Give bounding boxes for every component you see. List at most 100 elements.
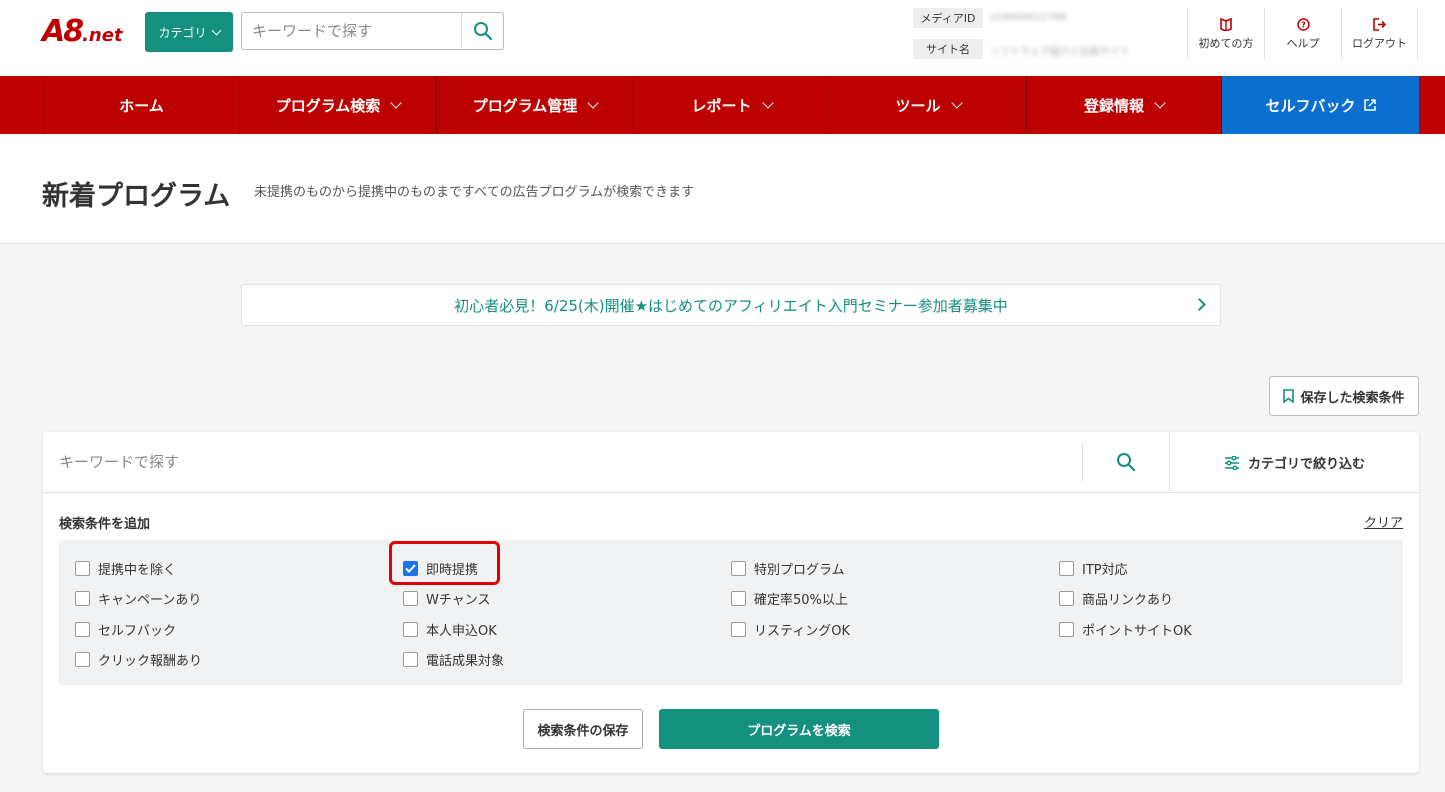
checkbox[interactable] [731,622,746,637]
nav-selfback[interactable]: セルフバック [1222,76,1419,134]
condition-self-application[interactable]: 本人申込OK [403,620,497,639]
condition-label: ITP対応 [1082,563,1128,578]
category-button[interactable]: カテゴリ [145,12,233,52]
save-conditions-button[interactable]: 検索条件の保存 [523,709,643,749]
condition-campaign[interactable]: キャンペーンあり [75,589,201,608]
condition-label: 本人申込OK [426,624,497,639]
checkbox[interactable] [1059,622,1074,637]
seminar-banner[interactable]: 初心者必見！6/25(木)開催★はじめてのアフィリエイト入門セミナー参加者募集中 [241,284,1221,326]
nav-program-management-label: プログラム管理 [472,96,578,115]
checkbox[interactable] [75,622,90,637]
nav-program-search-label: プログラム検索 [275,96,381,115]
nav-program-search[interactable]: プログラム検索 [239,76,436,134]
condition-itp[interactable]: ITP対応 [1059,559,1128,578]
beginners-link[interactable]: 初めての方 [1187,8,1264,60]
nav-registration[interactable]: 登録情報 [1026,76,1222,134]
nav-home-label: ホーム [119,96,164,115]
keyword-search-input[interactable] [59,444,1059,480]
checkbox[interactable] [403,622,418,637]
search-icon [1117,453,1136,472]
nav-report[interactable]: レポート [633,76,829,134]
checkbox[interactable] [403,591,418,606]
checkbox[interactable] [1059,591,1074,606]
checkbox[interactable] [75,652,90,667]
search-icon [473,22,492,41]
condition-special-program[interactable]: 特別プログラム [731,559,845,578]
condition-confirm-rate[interactable]: 確定率50%以上 [731,589,848,608]
clear-link[interactable]: クリア [1364,512,1403,531]
category-button-label: カテゴリ [158,25,207,40]
media-id-label: メディアID [913,8,983,28]
site-name-value: ソフトウェア紹介と比較サイト [990,47,1130,57]
chevron-down-icon [390,97,402,109]
checkbox[interactable] [75,561,90,576]
condition-label: Wチャンス [426,593,491,608]
conditions-box: 提携中を除く キャンペーンあり セルフバック クリック報酬あり 即時提携 Wチャ… [59,540,1403,685]
condition-point-site-ok[interactable]: ポイントサイトOK [1059,620,1192,639]
condition-label: 電話成果対象 [426,654,505,669]
chevron-down-icon [761,97,774,109]
annotation-highlight-box [389,541,500,585]
beginners-link-label: 初めての方 [1198,36,1254,50]
condition-w-chance[interactable]: Wチャンス [403,589,490,608]
condition-label: 提携中を除く [98,563,177,578]
chevron-right-icon [1193,298,1206,311]
search-panel: カテゴリで絞り込む 検索条件を追加 クリア 提携中を除く キャンペーンあり セル… [43,432,1419,773]
media-id-value: a18000012768 [990,12,1067,23]
condition-selfback[interactable]: セルフバック [75,620,176,639]
logo-main-text: A8 [42,14,84,49]
panel-search-bar: カテゴリで絞り込む [43,432,1419,493]
page-subtitle: 未提携のものから提携中のものまですべての広告プログラムが検索できます [254,185,695,200]
condition-listing-ok[interactable]: リスティングOK [731,620,850,639]
site-header: A8.net カテゴリ メディアID a18000012768 サイト名 ソフト… [0,0,1445,76]
header-search [241,12,504,50]
condition-label: セルフバック [98,624,177,639]
saved-search-button[interactable]: 保存した検索条件 [1269,376,1419,416]
chevron-down-icon [950,97,963,109]
nav-home[interactable]: ホーム [43,76,239,134]
logout-icon [1372,17,1386,31]
logout-link-label: ログアウト [1352,36,1407,50]
nav-tools-label: ツール [895,96,941,115]
main-nav: ホーム プログラム検索 プログラム管理 レポート ツール 登録情報 セルフバック [0,76,1445,134]
checkbox[interactable] [75,591,90,606]
nav-tools[interactable]: ツール [829,76,1026,134]
condition-label: 商品リンクあり [1082,593,1174,608]
saved-search-button-label: 保存した検索条件 [1300,390,1405,406]
condition-label: 確定率50%以上 [754,593,848,608]
header-search-button[interactable] [461,13,503,49]
help-link[interactable]: ? ヘルプ [1264,8,1341,60]
condition-label: キャンペーンあり [98,593,202,608]
help-link-label: ヘルプ [1286,36,1320,50]
checkbox[interactable] [1059,561,1074,576]
nav-report-label: レポート [691,96,752,115]
condition-label: リスティングOK [754,624,850,639]
keyword-search-button[interactable] [1082,442,1169,482]
help-icon: ? [1296,17,1310,31]
checkbox[interactable] [731,561,746,576]
nav-selfback-label: セルフバック [1265,96,1356,115]
condition-phone-result[interactable]: 電話成果対象 [403,650,504,669]
condition-exclude-partnered[interactable]: 提携中を除く [75,559,176,578]
checkbox[interactable] [731,591,746,606]
svg-text:?: ? [1301,20,1306,29]
condition-product-link[interactable]: 商品リンクあり [1059,589,1173,608]
condition-click-reward[interactable]: クリック報酬あり [75,650,202,669]
nav-program-management[interactable]: プログラム管理 [436,76,633,134]
condition-label: ポイントサイトOK [1082,624,1192,639]
logo-sub-text: .net [82,25,123,46]
external-link-icon [1363,99,1376,111]
a8net-logo[interactable]: A8.net [42,14,132,54]
category-filter-button[interactable]: カテゴリで絞り込む [1169,432,1419,493]
condition-label: クリック報酬あり [98,654,203,669]
header-search-input[interactable] [242,13,462,49]
chevron-down-icon [211,25,221,35]
conditions-title: 検索条件を追加 [59,517,151,532]
chevron-down-icon [587,97,599,109]
seminar-banner-text: 初心者必見！6/25(木)開催★はじめてのアフィリエイト入門セミナー参加者募集中 [454,296,1008,315]
search-programs-button[interactable]: プログラムを検索 [659,709,939,749]
checkbox[interactable] [403,652,418,667]
book-icon [1220,17,1232,31]
logout-link[interactable]: ログアウト [1341,8,1418,60]
chevron-down-icon [1154,97,1166,109]
